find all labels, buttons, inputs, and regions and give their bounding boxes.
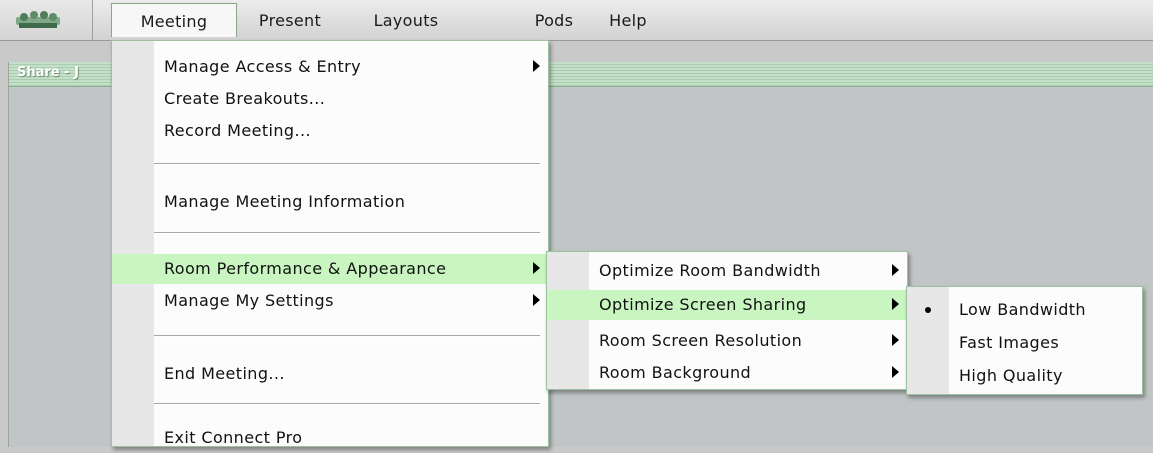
menu-item-label: Room Performance & Appearance <box>164 259 447 278</box>
menu-separator <box>154 335 540 337</box>
menu-item-label: Exit Connect Pro <box>164 428 303 447</box>
menu-item-create-breakouts[interactable]: Create Breakouts... <box>112 84 548 114</box>
menu-item-fast-images[interactable]: Fast Images <box>907 328 1142 358</box>
menu-item-room-performance[interactable]: Room Performance & Appearance <box>112 254 548 284</box>
menu-item-manage-access[interactable]: Manage Access & Entry <box>112 52 548 82</box>
menu-item-label: Low Bandwidth <box>959 300 1086 319</box>
menu-item-optimize-room-bandwidth[interactable]: Optimize Room Bandwidth <box>547 256 907 286</box>
menu-item-label: End Meeting... <box>164 364 285 383</box>
submenu-arrow-icon <box>533 262 540 274</box>
menu-item-label: Create Breakouts... <box>164 89 326 108</box>
menu-layouts[interactable]: Layouts <box>346 3 466 37</box>
submenu-arrow-icon <box>533 294 540 306</box>
menu-item-label: Fast Images <box>959 333 1060 352</box>
menu-item-label: Room Screen Resolution <box>599 331 803 350</box>
menu-item-manage-my-settings[interactable]: Manage My Settings <box>112 286 548 316</box>
menu-separator <box>154 232 540 234</box>
screen-sharing-submenu: Low Bandwidth Fast Images High Quality <box>906 286 1143 395</box>
menu-item-label: Manage Access & Entry <box>164 57 362 76</box>
menu-item-end-meeting[interactable]: End Meeting... <box>112 359 548 389</box>
menu-help[interactable]: Help <box>598 3 658 37</box>
menu-item-label: High Quality <box>959 366 1063 385</box>
menu-item-room-background[interactable]: Room Background <box>547 358 907 388</box>
menu-item-label: Manage My Settings <box>164 291 334 310</box>
submenu-arrow-icon <box>892 334 899 346</box>
submenu-arrow-icon <box>533 60 540 72</box>
menu-item-optimize-screen-sharing[interactable]: Optimize Screen Sharing <box>547 290 907 320</box>
menu-item-label: Room Background <box>599 363 752 382</box>
menu-separator <box>154 403 540 405</box>
menu-item-exit-connect-pro[interactable]: Exit Connect Pro <box>112 423 548 453</box>
menu-bar: Meeting Present Layouts Pods Help <box>0 0 1153 41</box>
submenu-arrow-icon <box>892 264 899 276</box>
menu-item-label: Record Meeting... <box>164 121 311 140</box>
logo-button[interactable] <box>0 0 93 40</box>
menu-separator <box>154 163 540 165</box>
menu-item-record-meeting[interactable]: Record Meeting... <box>112 116 548 146</box>
menu-pods[interactable]: Pods <box>522 3 586 37</box>
menu-meeting[interactable]: Meeting <box>111 3 237 37</box>
menu-present[interactable]: Present <box>240 3 340 37</box>
menu-item-manage-meeting-information[interactable]: Manage Meeting Information <box>112 187 548 217</box>
meeting-menu: Manage Access & Entry Create Breakouts..… <box>111 40 549 447</box>
pod-title: Share - J <box>17 65 79 80</box>
room-performance-submenu: Optimize Room Bandwidth Optimize Screen … <box>546 251 908 390</box>
menu-item-label: Optimize Room Bandwidth <box>599 261 821 280</box>
selected-bullet-icon <box>925 307 931 313</box>
connect-pro-logo-icon <box>16 11 60 28</box>
menu-item-label: Manage Meeting Information <box>164 192 406 211</box>
menu-item-high-quality[interactable]: High Quality <box>907 361 1142 391</box>
menu-item-low-bandwidth[interactable]: Low Bandwidth <box>907 295 1142 325</box>
submenu-arrow-icon <box>892 298 899 310</box>
menu-item-label: Optimize Screen Sharing <box>599 295 807 314</box>
submenu-arrow-icon <box>892 366 899 378</box>
menu-item-room-screen-resolution[interactable]: Room Screen Resolution <box>547 326 907 356</box>
